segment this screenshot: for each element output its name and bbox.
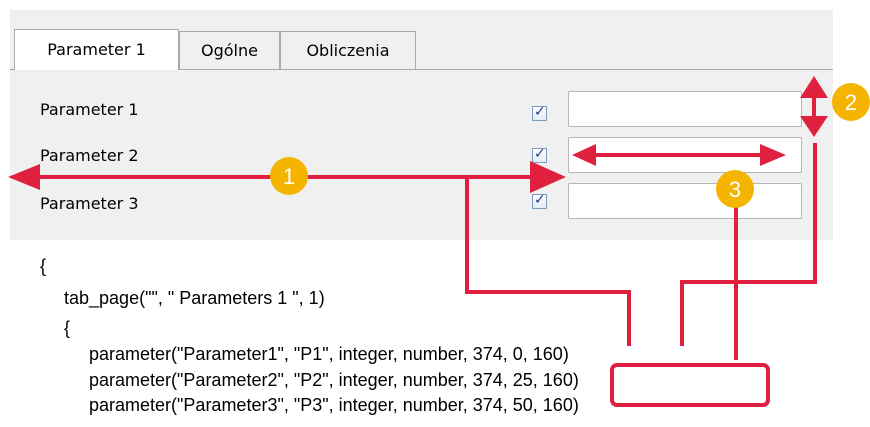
values-highlight-box [610,363,770,407]
arrow-right-head-icon [530,161,566,193]
arrow-left-head-icon [8,164,40,190]
arrow-up-head-icon [800,76,828,98]
badge-2-label: 2 [845,90,857,115]
annotation-overlay: 1 2 3 [8,76,870,407]
connector-2 [680,143,817,346]
badge-1-label: 1 [283,164,295,189]
arrow-right-head-icon [760,144,786,166]
arrow-left-head-icon [572,144,596,166]
badge-3-label: 3 [729,177,741,202]
connector-1 [465,177,631,346]
arrow-down-head-icon [800,116,828,137]
